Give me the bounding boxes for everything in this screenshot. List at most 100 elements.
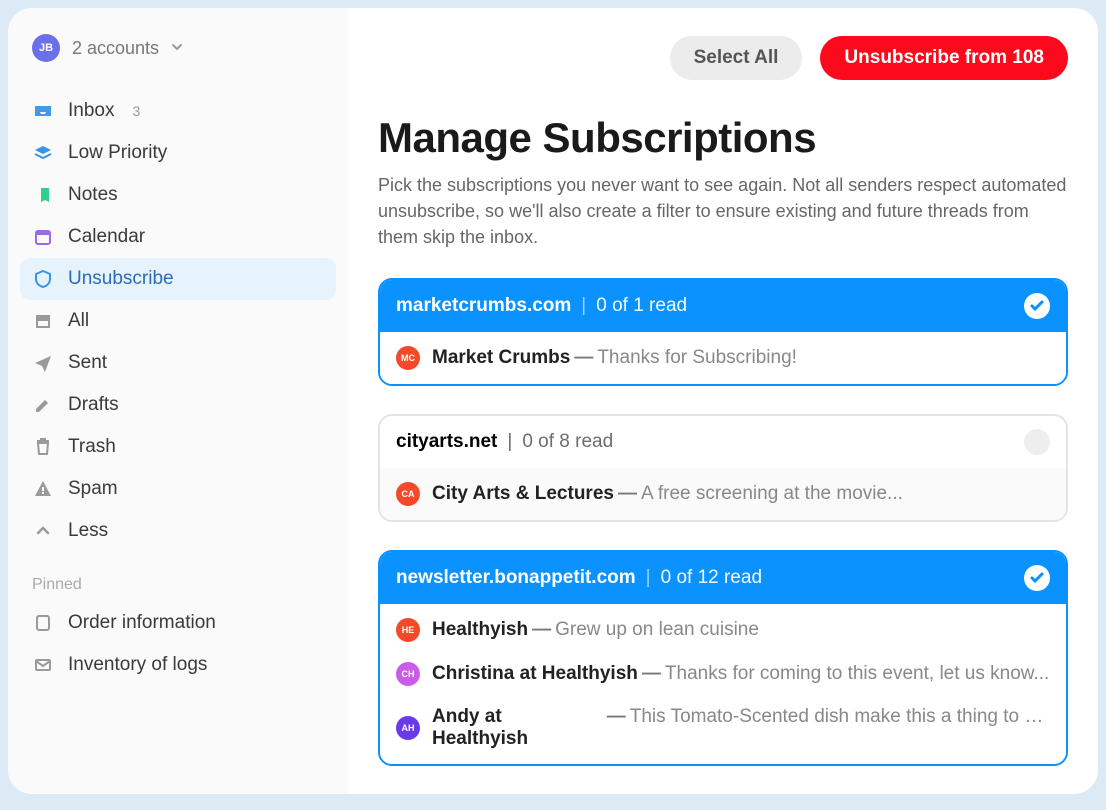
checkmark-icon[interactable] (1024, 293, 1050, 319)
subscription-list: marketcrumbs.com|0 of 1 readMCMarket Cru… (378, 278, 1068, 766)
message-subject: Thanks for coming to this event, let us … (665, 663, 1049, 685)
message-row[interactable]: MC Market Crumbs — Thanks for Subscribing… (396, 336, 1050, 380)
app-window: JB 2 accounts Inbox 3 Low Priority Notes Cal… (8, 8, 1098, 794)
separator: — (642, 663, 661, 685)
note-icon (32, 184, 54, 206)
message-sender: Healthyish (432, 619, 528, 641)
message-row[interactable]: CA City Arts & Lectures — A free screenin… (396, 472, 1050, 516)
calendar-icon (32, 226, 54, 248)
separator: — (618, 483, 637, 505)
subscription-domain: cityarts.net (396, 431, 497, 453)
sidebar-item-label: Sent (68, 352, 107, 374)
sender-avatar: CA (396, 482, 420, 506)
subscription-messages: MC Market Crumbs — Thanks for Subscribing… (380, 332, 1066, 384)
message-row[interactable]: AH Andy at Healthyish — This Tomato-Scent… (396, 696, 1050, 760)
select-all-button[interactable]: Select All (670, 36, 803, 80)
chevup-icon (32, 520, 54, 542)
unchecked-icon[interactable] (1024, 429, 1050, 455)
top-actions: Select All Unsubscribe from 108 (378, 36, 1068, 80)
sidebar-item-trash[interactable]: Trash (20, 426, 336, 468)
message-text: Christina at Healthyish — Thanks for com… (432, 663, 1050, 685)
message-sender: City Arts & Lectures (432, 483, 614, 505)
message-row[interactable]: HEHealthyish — Grew up on lean cuisine (396, 608, 1050, 652)
sidebar-item-count: 3 (132, 103, 140, 119)
sidebar-item-label: Unsubscribe (68, 268, 174, 290)
sidebar-item-drafts[interactable]: Drafts (20, 384, 336, 426)
separator: — (532, 619, 551, 641)
sidebar-item-inventory[interactable]: Inventory of logs (20, 644, 336, 686)
archive-icon (32, 310, 54, 332)
subscription-domain: newsletter.bonappetit.com (396, 567, 636, 589)
divider: | (646, 567, 651, 589)
subscription-card[interactable]: cityarts.net|0 of 8 readCACity Arts & Le… (378, 414, 1068, 522)
message-text: Andy at Healthyish — This Tomato-Scented… (432, 706, 1050, 750)
sender-avatar: AH (396, 716, 420, 740)
doc-icon (32, 612, 54, 634)
message-subject: A free screening at the movie... (641, 483, 903, 505)
account-switcher[interactable]: JB 2 accounts (20, 26, 336, 70)
sidebar-item-label: All (68, 310, 89, 332)
sidebar-item-label: Calendar (68, 226, 145, 248)
sidebar-item-order-info[interactable]: Order information (20, 602, 336, 644)
sidebar-item-label: Inbox (68, 100, 114, 122)
page-title: Manage Subscriptions (378, 114, 1068, 162)
sidebar-item-less[interactable]: Less (20, 510, 336, 552)
sidebar-item-label: Inventory of logs (68, 654, 207, 676)
subscription-card[interactable]: newsletter.bonappetit.com | 0 of 12 read HE… (378, 550, 1068, 766)
message-text: Market Crumbs — Thanks for Subscribing! (432, 347, 1050, 369)
warn-icon (32, 478, 54, 500)
sidebar-item-label: Low Priority (68, 142, 167, 164)
main-content: Select All Unsubscribe from 108 Manage S… (348, 8, 1098, 794)
sidebar-item-unsubscribe[interactable]: Unsubscribe (20, 258, 336, 300)
stack-icon (32, 142, 54, 164)
sidebar-item-notes[interactable]: Notes (20, 174, 336, 216)
sidebar-item-sent[interactable]: Sent (20, 342, 336, 384)
sidebar-item-calendar[interactable]: Calendar (20, 216, 336, 258)
accounts-label: 2 accounts (72, 38, 159, 59)
subscription-header[interactable]: cityarts.net|0 of 8 read (380, 416, 1066, 468)
trash-icon (32, 436, 54, 458)
pencil-icon (32, 394, 54, 416)
message-sender: Christina at Healthyish (432, 663, 638, 685)
subscription-read-status: 0 of 1 read (596, 295, 687, 317)
subscription-messages: CA City Arts & Lectures — A free screenin… (380, 468, 1066, 520)
message-subject: Thanks for Subscribing! (597, 347, 797, 369)
pinned-list: Order information Inventory of logs (20, 602, 336, 686)
tray-icon (32, 100, 54, 122)
message-subject: This Tomato-Scented dish make this a thi… (630, 706, 1050, 728)
sidebar-item-label: Order information (68, 612, 216, 634)
avatar: JB (32, 34, 60, 62)
checkmark-icon[interactable] (1024, 565, 1050, 591)
message-sender: Andy at Healthyish (432, 706, 603, 750)
divider: | (507, 431, 512, 453)
sidebar-item-label: Drafts (68, 394, 119, 416)
plane-icon (32, 352, 54, 374)
shield-icon (32, 268, 54, 290)
sidebar-item-label: Spam (68, 478, 118, 500)
subscription-messages: HEHealthyish — Grew up on lean cuisineCH… (380, 604, 1066, 764)
sidebar-item-inbox[interactable]: Inbox 3 (20, 90, 336, 132)
sender-avatar: MC (396, 346, 420, 370)
subscription-read-status: 0 of 12 read (661, 567, 762, 589)
sidebar-item-label: Notes (68, 184, 118, 206)
sidebar-item-label: Trash (68, 436, 116, 458)
sidebar-item-label: Less (68, 520, 108, 542)
mail-icon (32, 654, 54, 676)
sidebar-item-low-priority[interactable]: Low Priority (20, 132, 336, 174)
separator: — (607, 706, 626, 728)
message-text: City Arts & Lectures — A free screening … (432, 483, 1050, 505)
subscription-header[interactable]: newsletter.bonappetit.com | 0 of 12 read (380, 552, 1066, 604)
subscription-header[interactable]: marketcrumbs.com|0 of 1 read (380, 280, 1066, 332)
sidebar: JB 2 accounts Inbox 3 Low Priority Notes Cal… (8, 8, 348, 794)
sidebar-item-all[interactable]: All (20, 300, 336, 342)
message-sender: Market Crumbs (432, 347, 570, 369)
separator: — (574, 347, 593, 369)
unsubscribe-button[interactable]: Unsubscribe from 108 (820, 36, 1068, 80)
subscription-card[interactable]: marketcrumbs.com|0 of 1 read MC Market Cru… (378, 278, 1068, 386)
sidebar-item-spam[interactable]: Spam (20, 468, 336, 510)
pinned-header: Pinned (20, 552, 336, 602)
sender-avatar: CH (396, 662, 420, 686)
nav-list: Inbox 3 Low Priority Notes Calendar Unsubscri… (20, 90, 336, 552)
subscription-domain: marketcrumbs.com (396, 295, 571, 317)
message-row[interactable]: CH Christina at Healthyish — Thanks for c… (396, 652, 1050, 696)
